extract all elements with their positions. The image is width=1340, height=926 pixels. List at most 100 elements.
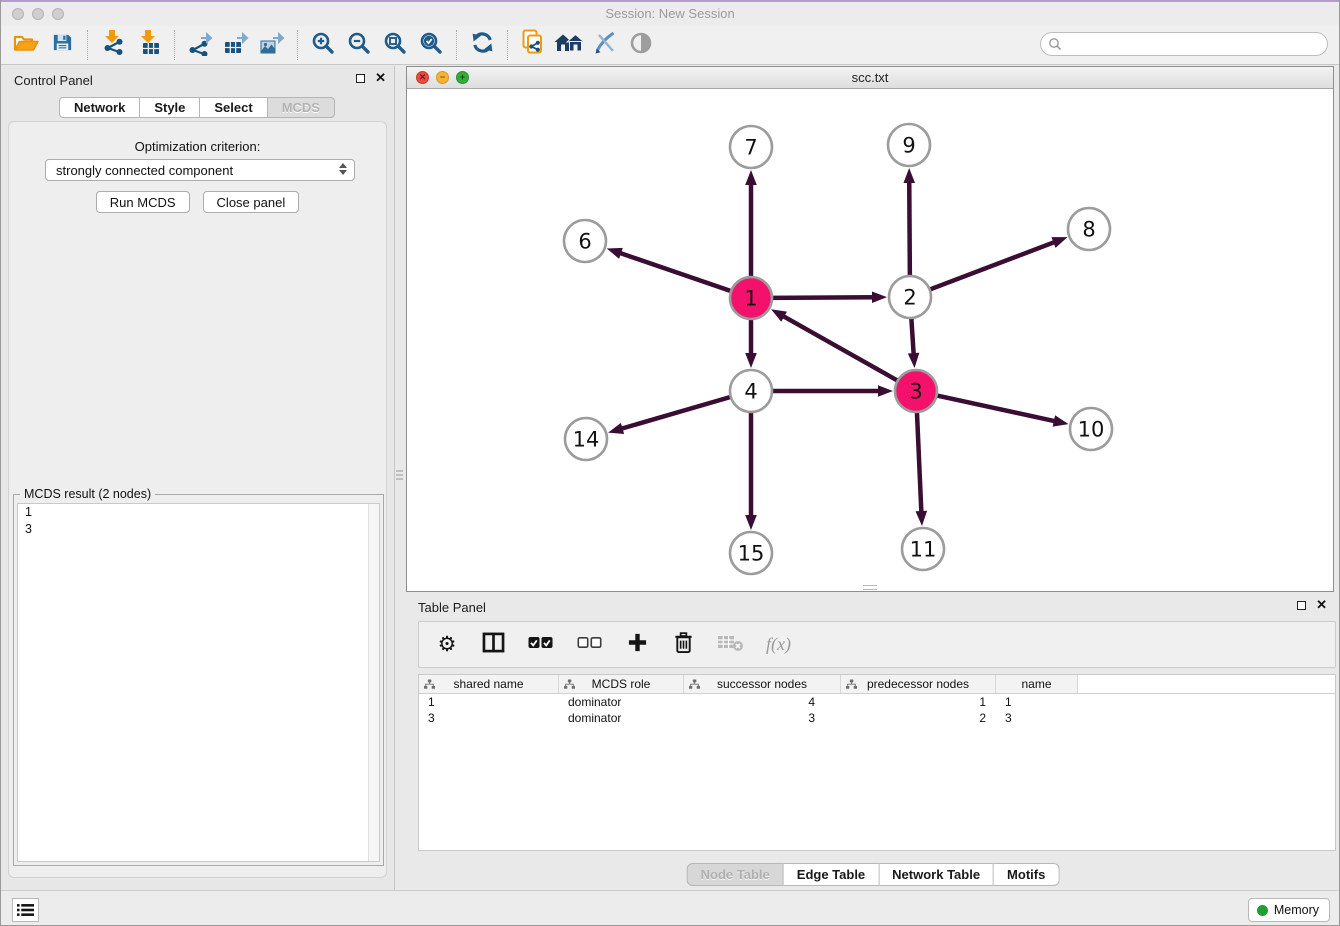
export-image-button[interactable] [254, 29, 290, 61]
zoom-in-button[interactable] [305, 29, 341, 61]
close-panel-button[interactable]: Close panel [203, 191, 300, 213]
graph-node-7[interactable]: 7 [730, 126, 772, 168]
zoom-fit-icon [383, 31, 407, 60]
window-title: Session: New Session [0, 2, 1340, 26]
tab-mcds[interactable]: MCDS [268, 97, 335, 118]
tab-edge-table[interactable]: Edge Table [784, 863, 879, 886]
mcds-result-item[interactable]: 3 [18, 521, 379, 538]
close-panel-icon[interactable]: ✕ [375, 72, 386, 84]
add-column-button[interactable] [625, 631, 649, 659]
refresh-view-button[interactable] [464, 29, 500, 61]
graph-edge-3-11[interactable] [917, 412, 922, 515]
table-row[interactable]: 1dominator411 [419, 694, 1335, 710]
cell-predecessor-nodes[interactable]: 2 [841, 710, 996, 726]
first-neighbors-button[interactable] [551, 29, 587, 61]
graph-node-10[interactable]: 10 [1070, 408, 1112, 450]
graph-node-9[interactable]: 9 [888, 124, 930, 166]
canvas-splitter-handle[interactable] [863, 585, 877, 590]
cell-successor-nodes[interactable]: 3 [684, 710, 841, 726]
search-input[interactable] [1062, 35, 1327, 53]
tab-motifs[interactable]: Motifs [994, 863, 1059, 886]
tab-select[interactable]: Select [200, 97, 267, 118]
table-row[interactable]: 3dominator323 [419, 710, 1335, 726]
network-maximize-button[interactable]: + [456, 71, 469, 84]
close-table-panel-icon[interactable]: ✕ [1316, 599, 1327, 611]
graph-node-11[interactable]: 11 [902, 528, 944, 570]
column-header-name[interactable]: name [996, 675, 1078, 693]
export-network-button[interactable] [182, 29, 218, 61]
graph-node-1[interactable]: 1 [730, 277, 772, 319]
titlebar: Session: New Session [0, 2, 1340, 26]
column-header-successor-nodes[interactable]: successor nodes [684, 675, 841, 693]
tab-network[interactable]: Network [59, 97, 140, 118]
cell-name[interactable]: 1 [996, 694, 1078, 710]
zoom-selected-button[interactable] [413, 29, 449, 61]
graph-node-4[interactable]: 4 [730, 370, 772, 412]
mcds-result-item[interactable]: 1 [18, 504, 379, 521]
cell-successor-nodes[interactable]: 4 [684, 694, 841, 710]
table-settings-button[interactable]: ⚙ [435, 631, 459, 659]
column-label: name [1021, 677, 1051, 691]
control-panel: Control Panel ✕ NetworkStyleSelectMCDS O… [0, 66, 395, 890]
graph-node-8[interactable]: 8 [1068, 208, 1110, 250]
open-file-button[interactable] [8, 29, 44, 61]
network-minimize-button[interactable]: − [436, 71, 449, 84]
memory-button[interactable]: Memory [1248, 898, 1330, 922]
graph-node-14[interactable]: 14 [565, 418, 607, 460]
graph-edge-arrowhead [607, 248, 623, 259]
network-canvas[interactable]: 7 9 6 8 1 2 4 3 14 10 15 11 [407, 89, 1333, 591]
import-network-button[interactable] [95, 29, 131, 61]
graph-node-15[interactable]: 15 [730, 532, 772, 574]
network-close-button[interactable]: ✕ [416, 71, 429, 84]
graph-edge-2-9[interactable] [909, 179, 910, 276]
panel-list-button[interactable] [12, 898, 39, 922]
close-window-button[interactable] [12, 8, 24, 20]
mcds-result-list[interactable]: 13 [17, 503, 380, 862]
cell-MCDS-role[interactable]: dominator [559, 710, 684, 726]
clone-network-button[interactable] [515, 29, 551, 61]
zoom-fit-button[interactable] [377, 29, 413, 61]
column-header-shared-name[interactable]: shared name [419, 675, 559, 693]
column-header-predecessor-nodes[interactable]: predecessor nodes [841, 675, 996, 693]
graph-edge-arrowhead [903, 168, 915, 183]
graph-edge-3-1[interactable] [781, 315, 898, 381]
tab-node-table[interactable]: Node Table [687, 863, 784, 886]
tab-network-table[interactable]: Network Table [879, 863, 994, 886]
graph-edge-1-6[interactable] [617, 252, 731, 291]
tab-style[interactable]: Style [140, 97, 200, 118]
criterion-value: strongly connected component [56, 163, 233, 178]
birds-eye-view-button[interactable] [623, 29, 659, 61]
cell-name[interactable]: 3 [996, 710, 1078, 726]
zoom-out-button[interactable] [341, 29, 377, 61]
criterion-dropdown[interactable]: strongly connected component [45, 159, 355, 181]
graph-node-3[interactable]: 3 [895, 370, 937, 412]
graph-edge-2-3[interactable] [911, 318, 913, 357]
cell-shared-name[interactable]: 1 [419, 694, 559, 710]
export-table-button[interactable] [218, 29, 254, 61]
panel-splitter-handle[interactable] [396, 466, 403, 484]
show-columns-button[interactable] [481, 631, 505, 659]
graph-edge-2-8[interactable] [930, 241, 1058, 289]
run-mcds-button[interactable]: Run MCDS [96, 191, 190, 213]
graph-edge-3-10[interactable] [937, 395, 1058, 421]
clear-column-selection-button[interactable] [576, 631, 603, 659]
save-session-button[interactable] [44, 29, 80, 61]
graph-edge-1-2[interactable] [772, 297, 876, 298]
cell-predecessor-nodes[interactable]: 1 [841, 694, 996, 710]
graph-node-6[interactable]: 6 [564, 220, 606, 262]
float-table-panel-icon[interactable] [1297, 601, 1306, 610]
graph-edge-4-14[interactable] [619, 397, 731, 430]
status-bar: Memory [0, 890, 1340, 926]
delete-columns-button[interactable] [671, 631, 695, 659]
graph-node-2[interactable]: 2 [889, 276, 931, 318]
cell-shared-name[interactable]: 3 [419, 710, 559, 726]
graphics-details-button[interactable] [587, 29, 623, 61]
minimize-window-button[interactable] [32, 8, 44, 20]
select-all-columns-button[interactable] [527, 631, 554, 659]
column-header-MCDS-role[interactable]: MCDS role [559, 675, 684, 693]
cell-MCDS-role[interactable]: dominator [559, 694, 684, 710]
import-table-button[interactable] [131, 29, 167, 61]
zoom-window-button[interactable] [52, 8, 64, 20]
float-panel-icon[interactable] [356, 74, 365, 83]
mcds-result-scrollbar[interactable] [368, 504, 379, 861]
